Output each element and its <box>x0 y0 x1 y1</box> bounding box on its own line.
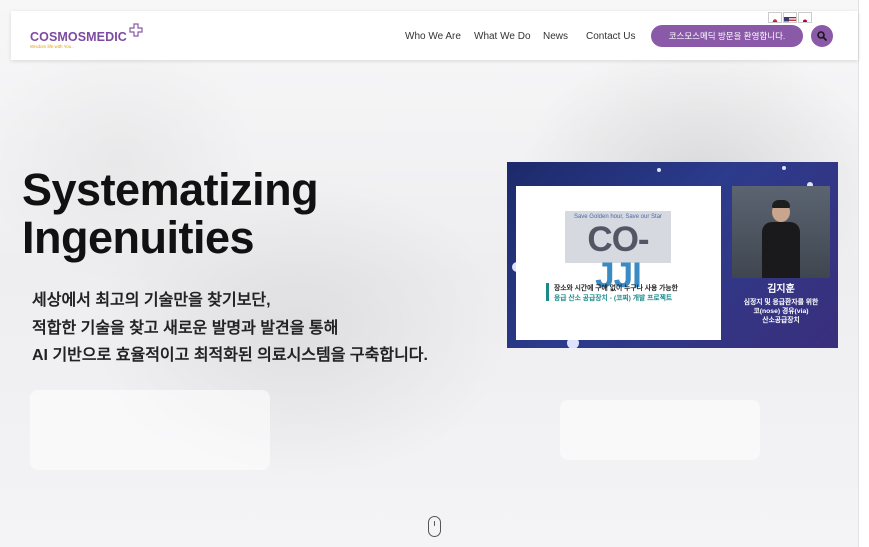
search-button[interactable] <box>811 25 833 47</box>
background-shape <box>560 400 760 460</box>
video-player[interactable]: Save Golden hour, Save our Star CO-JJI 장… <box>507 162 838 348</box>
welcome-button[interactable]: 코스모스메딕 방문을 환영합니다. <box>651 25 803 47</box>
scroll-down-icon[interactable] <box>428 516 441 537</box>
cosmosmedic-logo[interactable]: COSMOSMEDIC Wisdom life with You.. <box>30 23 143 51</box>
hero-title-line: Systematizing <box>22 164 319 215</box>
cojji-logo: Save Golden hour, Save our Star CO-JJI <box>565 211 671 294</box>
slide-accent-bar <box>546 283 549 301</box>
hero-subtitle: 세상에서 최고의 기술만을 찾기보단, 적합한 기술을 찾고 새로운 발명과 발… <box>32 287 428 370</box>
slide-text: 장소와 시간에 구애 없이 누구나 사용 가능한 <box>554 285 678 292</box>
speaker-caption: 심정지 및 응급환자를 위한 코(nose) 경유(via) 산소공급장치 <box>743 299 819 324</box>
page-edge <box>858 0 869 547</box>
speaker-name: 김지훈 <box>767 284 795 295</box>
hero-title-line: Ingenuities <box>22 212 255 263</box>
japan-flag-icon[interactable] <box>798 12 812 23</box>
background-shape <box>30 390 270 470</box>
usa-flag-icon[interactable] <box>783 12 797 23</box>
nav-who-we-are[interactable]: Who We Are <box>405 31 461 42</box>
hero-subtitle-line: 세상에서 최고의 기술만을 찾기보단, <box>32 292 271 309</box>
speaker-hair <box>772 200 790 208</box>
hero-subtitle-line: AI 기반으로 효율적이고 최적화된 의료시스템을 구축합니다. <box>32 347 428 364</box>
logo-cross-icon <box>129 23 143 37</box>
nav-what-we-do[interactable]: What We Do <box>474 31 531 42</box>
search-icon <box>817 31 827 41</box>
slide-text: 응급 산소 공급장치 - (코찌) 개발 프로젝트 <box>554 295 673 302</box>
speaker-body <box>762 222 800 278</box>
logo-text: COSMOSMEDIC <box>30 30 127 44</box>
nav-contact-us[interactable]: Contact Us <box>586 31 635 42</box>
hero-title: Systematizing Ingenuities <box>22 164 319 263</box>
site-header: COSMOSMEDIC Wisdom life with You.. Who W… <box>11 11 858 60</box>
logo-tagline: Wisdom life with You.. <box>30 44 74 49</box>
presentation-slide: Save Golden hour, Save our Star CO-JJI 장… <box>516 186 721 340</box>
nav-news[interactable]: News <box>543 31 568 42</box>
korea-flag-icon[interactable] <box>768 12 782 23</box>
hero-subtitle-line: 적합한 기술을 찾고 새로운 발명과 발견을 통해 <box>32 319 339 337</box>
speaker-video <box>732 186 830 278</box>
